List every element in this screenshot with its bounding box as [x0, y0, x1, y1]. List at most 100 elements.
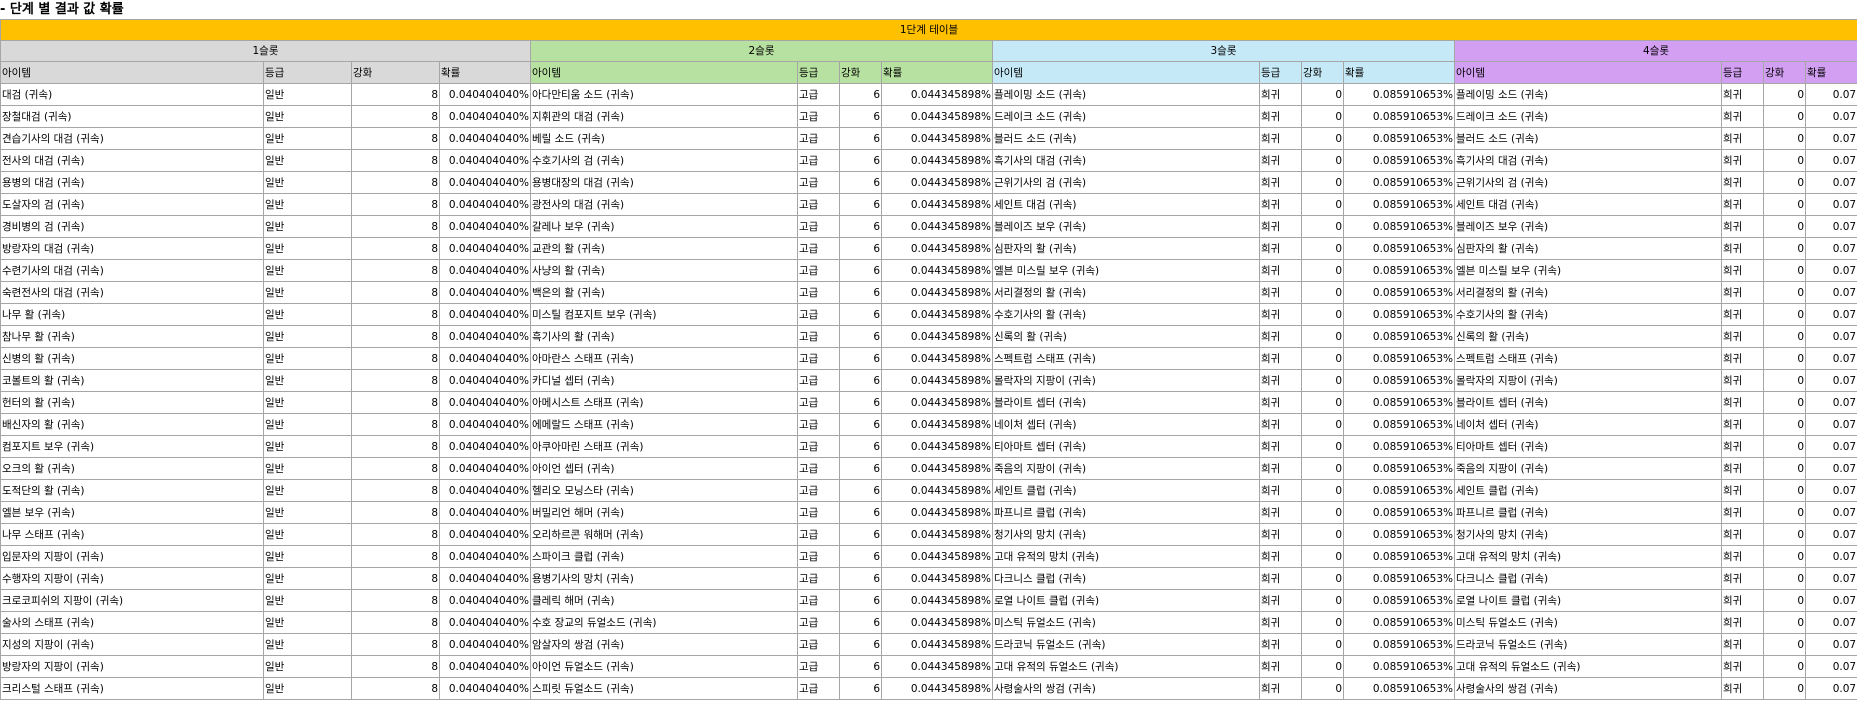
enhance-cell[interactable]: 0 — [1301, 457, 1344, 480]
enhance-cell[interactable]: 0 — [1301, 281, 1344, 304]
grade-cell[interactable]: 희귀 — [1259, 435, 1302, 458]
prob-cell[interactable]: 0.085910653% — [1343, 303, 1455, 326]
item-cell[interactable]: 방랑자의 지팡이 (귀속) — [0, 655, 264, 678]
item-cell[interactable]: 교관의 활 (귀속) — [530, 237, 798, 260]
grade-cell[interactable]: 희귀 — [1259, 303, 1302, 326]
grade-cell[interactable]: 고급 — [797, 677, 840, 700]
prob-cell[interactable]: 0.040404040% — [439, 677, 531, 700]
item-cell[interactable]: 수호기사의 활 (귀속) — [992, 303, 1260, 326]
item-cell[interactable]: 경비병의 검 (귀속) — [0, 215, 264, 238]
enhance-cell[interactable]: 8 — [351, 259, 440, 282]
table-banner[interactable]: 1단계 테이블 — [0, 19, 1857, 41]
grade-cell[interactable]: 희귀 — [1259, 149, 1302, 172]
enhance-cell[interactable]: 6 — [839, 83, 882, 106]
grade-cell[interactable]: 희귀 — [1721, 677, 1764, 700]
prob-cell[interactable]: 0.040404040% — [439, 567, 531, 590]
prob-cell[interactable]: 0.044345898% — [881, 83, 993, 106]
item-cell[interactable]: 블라이트 셉터 (귀속) — [992, 391, 1260, 414]
group-header-slot4[interactable]: 4슬롯 — [1453, 40, 1857, 62]
grade-cell[interactable]: 희귀 — [1259, 413, 1302, 436]
grade-cell[interactable]: 희귀 — [1721, 171, 1764, 194]
item-cell[interactable]: 수호 장교의 듀얼소드 (귀속) — [530, 611, 798, 634]
enhance-cell[interactable]: 0 — [1301, 83, 1344, 106]
prob-cell[interactable]: 0.040404040% — [439, 501, 531, 524]
item-cell[interactable]: 죽음의 지팡이 (귀속) — [1454, 457, 1722, 480]
header-enhance[interactable]: 강화 — [1301, 61, 1344, 84]
item-cell[interactable]: 드라코닉 듀얼소드 (귀속) — [992, 633, 1260, 656]
enhance-cell[interactable]: 6 — [839, 105, 882, 128]
item-cell[interactable]: 드레이크 소드 (귀속) — [1454, 105, 1722, 128]
enhance-cell[interactable]: 8 — [351, 457, 440, 480]
enhance-cell[interactable]: 0 — [1763, 435, 1806, 458]
prob-cell[interactable]: 0.040404040% — [439, 347, 531, 370]
grade-cell[interactable]: 고급 — [797, 171, 840, 194]
grade-cell[interactable]: 일반 — [263, 435, 352, 458]
prob-cell[interactable]: 0.085910653% — [1343, 633, 1455, 656]
prob-cell[interactable]: 0.040404040% — [439, 655, 531, 678]
item-cell[interactable]: 엘븐 미스릴 보우 (귀속) — [992, 259, 1260, 282]
grade-cell[interactable]: 희귀 — [1721, 369, 1764, 392]
prob-cell[interactable]: 0.040404040% — [439, 435, 531, 458]
grade-cell[interactable]: 희귀 — [1259, 281, 1302, 304]
item-cell[interactable]: 카디널 셉터 (귀속) — [530, 369, 798, 392]
prob-cell[interactable]: 0.085910653% — [1343, 193, 1455, 216]
grade-cell[interactable]: 일반 — [263, 655, 352, 678]
item-cell[interactable]: 블레이즈 보우 (귀속) — [1454, 215, 1722, 238]
item-cell[interactable]: 미스틱 듀얼소드 (귀속) — [992, 611, 1260, 634]
item-cell[interactable]: 수호기사의 검 (귀속) — [530, 149, 798, 172]
item-cell[interactable]: 로열 나이트 클럽 (귀속) — [992, 589, 1260, 612]
item-cell[interactable]: 죽음의 지팡이 (귀속) — [992, 457, 1260, 480]
grade-cell[interactable]: 고급 — [797, 193, 840, 216]
enhance-cell[interactable]: 0 — [1301, 501, 1344, 524]
item-cell[interactable]: 서리결정의 활 (귀속) — [992, 281, 1260, 304]
grade-cell[interactable]: 고급 — [797, 567, 840, 590]
grade-cell[interactable]: 희귀 — [1259, 369, 1302, 392]
grade-cell[interactable]: 일반 — [263, 215, 352, 238]
grade-cell[interactable]: 고급 — [797, 105, 840, 128]
prob-cell[interactable]: 0.07 — [1804, 369, 1857, 392]
grade-cell[interactable]: 희귀 — [1259, 325, 1302, 348]
item-cell[interactable]: 흑기사의 대검 (귀속) — [1454, 149, 1722, 172]
grade-cell[interactable]: 희귀 — [1721, 303, 1764, 326]
grade-cell[interactable]: 희귀 — [1721, 347, 1764, 370]
item-cell[interactable]: 신록의 활 (귀속) — [992, 325, 1260, 348]
grade-cell[interactable]: 희귀 — [1259, 567, 1302, 590]
item-cell[interactable]: 아쿠아마린 스태프 (귀속) — [530, 435, 798, 458]
grade-cell[interactable]: 고급 — [797, 545, 840, 568]
prob-cell[interactable]: 0.040404040% — [439, 611, 531, 634]
prob-cell[interactable]: 0.040404040% — [439, 303, 531, 326]
item-cell[interactable]: 티아마트 셉터 (귀속) — [992, 435, 1260, 458]
enhance-cell[interactable]: 8 — [351, 105, 440, 128]
header-enhance[interactable]: 강화 — [1763, 61, 1806, 84]
enhance-cell[interactable]: 8 — [351, 369, 440, 392]
grade-cell[interactable]: 고급 — [797, 347, 840, 370]
grade-cell[interactable]: 고급 — [797, 391, 840, 414]
item-cell[interactable]: 파프니르 클럽 (귀속) — [992, 501, 1260, 524]
enhance-cell[interactable]: 8 — [351, 171, 440, 194]
enhance-cell[interactable]: 0 — [1763, 391, 1806, 414]
item-cell[interactable]: 용병기사의 망치 (귀속) — [530, 567, 798, 590]
prob-cell[interactable]: 0.085910653% — [1343, 589, 1455, 612]
grade-cell[interactable]: 희귀 — [1721, 105, 1764, 128]
prob-cell[interactable]: 0.040404040% — [439, 259, 531, 282]
grade-cell[interactable]: 희귀 — [1721, 589, 1764, 612]
header-item[interactable]: 아이템 — [1454, 61, 1722, 84]
enhance-cell[interactable]: 8 — [351, 303, 440, 326]
grade-cell[interactable]: 고급 — [797, 523, 840, 546]
grade-cell[interactable]: 희귀 — [1721, 501, 1764, 524]
item-cell[interactable]: 사령술사의 쌍검 (귀속) — [1454, 677, 1722, 700]
grade-cell[interactable]: 희귀 — [1259, 479, 1302, 502]
prob-cell[interactable]: 0.044345898% — [881, 633, 993, 656]
grade-cell[interactable]: 고급 — [797, 611, 840, 634]
item-cell[interactable]: 다크니스 클럽 (귀속) — [992, 567, 1260, 590]
prob-cell[interactable]: 0.040404040% — [439, 215, 531, 238]
prob-cell[interactable]: 0.085910653% — [1343, 391, 1455, 414]
item-cell[interactable]: 대검 (귀속) — [0, 83, 264, 106]
prob-cell[interactable]: 0.085910653% — [1343, 237, 1455, 260]
grade-cell[interactable]: 일반 — [263, 611, 352, 634]
grade-cell[interactable]: 희귀 — [1259, 193, 1302, 216]
grade-cell[interactable]: 희귀 — [1259, 655, 1302, 678]
header-enhance[interactable]: 강화 — [351, 61, 440, 84]
item-cell[interactable]: 입문자의 지팡이 (귀속) — [0, 545, 264, 568]
item-cell[interactable]: 크리스털 스태프 (귀속) — [0, 677, 264, 700]
